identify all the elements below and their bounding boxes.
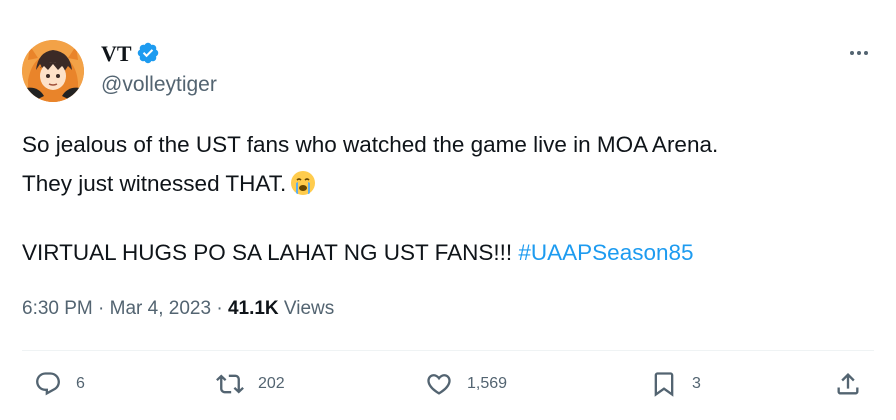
verified-badge-icon (136, 41, 160, 65)
meta-separator: · (92, 298, 110, 319)
reply-count: 6 (76, 375, 85, 392)
like-icon (427, 374, 451, 395)
tweet-text-line-2: They just witnessed THAT. (22, 169, 316, 199)
avatar[interactable] (22, 40, 84, 102)
reply-icon (36, 372, 60, 396)
more-options-icon[interactable] (846, 40, 872, 66)
bookmark-icon (654, 372, 674, 397)
views-label: Views (278, 298, 335, 319)
like-count: 1,569 (467, 375, 508, 392)
like-button[interactable]: 1,569 (425, 370, 507, 398)
meta-separator: · (211, 298, 228, 319)
bookmark-button[interactable]: 3 (650, 370, 701, 398)
divider (22, 350, 874, 351)
share-icon (837, 373, 859, 395)
retweet-button[interactable]: 202 (216, 370, 285, 398)
tweet-text-line-3: VIRTUAL HUGS PO SA LAHAT NG UST FANS!!! … (22, 238, 694, 268)
tweet-card: VT @volleytiger So jealous of the UST fa… (0, 0, 896, 420)
user-handle[interactable]: @volleytiger (101, 72, 217, 98)
reply-button[interactable]: 6 (34, 370, 85, 398)
tweet-text-line-2-text: They just witnessed THAT. (22, 171, 287, 196)
retweet-icon (216, 374, 244, 394)
avatar-illustration (22, 40, 84, 102)
share-button[interactable] (834, 370, 862, 398)
tweet-date[interactable]: Mar 4, 2023 (110, 298, 211, 319)
loudly-crying-emoji (290, 170, 316, 196)
bookmark-count: 3 (692, 375, 701, 392)
views-count[interactable]: 41.1K (228, 298, 279, 319)
tweet-meta: 6:30 PM · Mar 4, 2023 · 41.1K Views (22, 296, 334, 322)
tweet-text-line-1: So jealous of the UST fans who watched t… (22, 132, 719, 157)
tweet-time[interactable]: 6:30 PM (22, 298, 93, 319)
tweet-text-line-3-text: VIRTUAL HUGS PO SA LAHAT NG UST FANS!!! (22, 240, 519, 265)
hashtag-link[interactable]: #UAAPSeason85 (518, 240, 693, 265)
display-name[interactable]: VT (101, 40, 132, 68)
retweet-count: 202 (258, 375, 285, 392)
